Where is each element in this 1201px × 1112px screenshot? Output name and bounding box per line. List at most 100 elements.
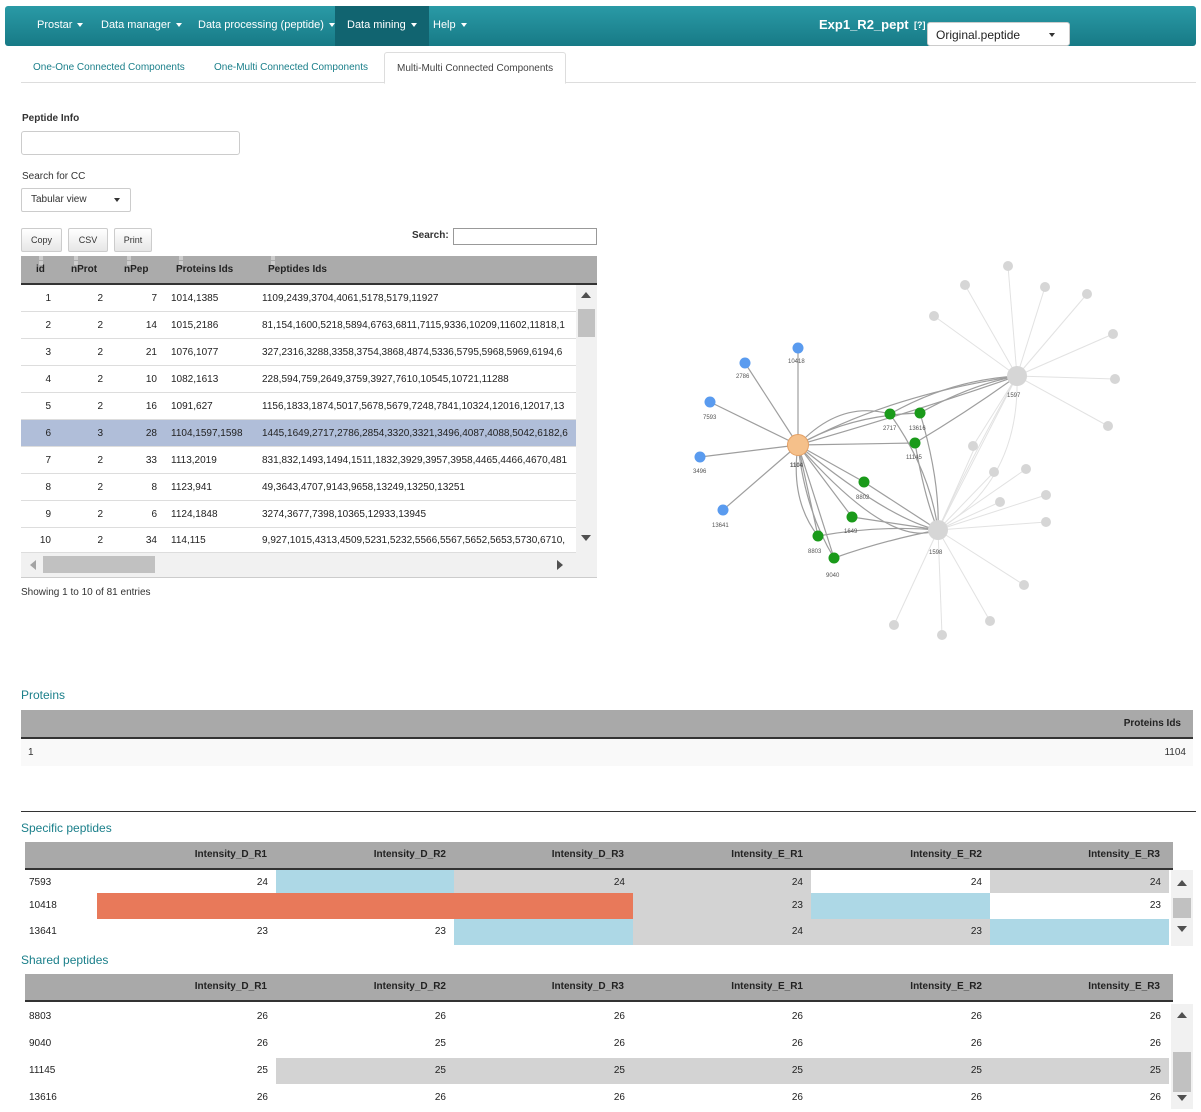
intensity-cell: 26 <box>811 1004 990 1030</box>
col-header[interactable]: Intensity_D_R1 <box>97 974 267 1000</box>
node-label: 13616 <box>909 426 926 432</box>
table-row[interactable]: 2 2 14 1015,2186 81,154,1600,5218,5894,6763,… <box>21 312 576 339</box>
peptide-node-7593[interactable] <box>704 396 716 408</box>
col-header[interactable]: Intensity_D_R3 <box>454 974 624 1000</box>
table-row[interactable]: 9040 26 25 26 26 26 26 <box>25 1031 1171 1058</box>
peptide-node-11145[interactable] <box>909 437 921 449</box>
peptide-node-8803[interactable] <box>812 530 824 542</box>
scroll-up-icon[interactable] <box>1177 880 1187 886</box>
sort-icon <box>74 256 78 265</box>
table-row[interactable]: 8803 26 26 26 26 26 26 <box>25 1004 1171 1031</box>
scroll-down-icon[interactable] <box>581 535 591 541</box>
tab-multi-multi[interactable]: Multi-Multi Connected Components <box>384 52 567 84</box>
table-row[interactable]: 10418 23 23 <box>25 893 1171 920</box>
peptide-node-1649[interactable] <box>846 511 858 523</box>
table-row[interactable]: 7 2 33 1113,2019 831,832,1493,1494,1511,1832… <box>21 447 576 474</box>
scroll-thumb[interactable] <box>1173 1052 1191 1092</box>
scroll-down-icon[interactable] <box>1177 926 1187 932</box>
peptide-info-input[interactable] <box>21 131 240 155</box>
menu-prostar[interactable]: Prostar <box>25 6 95 46</box>
table-row[interactable]: 10 2 34 114,115 9,927,1015,4313,4509,5231,52… <box>21 528 576 553</box>
table-row[interactable]: 9 2 6 1124,1848 3274,3677,7398,10365,12933,1… <box>21 501 576 528</box>
vertical-scrollbar[interactable] <box>576 285 597 553</box>
csv-button[interactable]: CSV <box>68 228 108 252</box>
peptide-node-8802[interactable] <box>858 476 870 488</box>
protein-node-1598[interactable] <box>928 520 948 540</box>
node-label: 2717 <box>883 426 897 432</box>
cell-nprot: 2 <box>97 374 103 385</box>
table-row[interactable]: 1 1104 <box>21 739 1193 766</box>
cc-network-graph[interactable]: 2786 10418 7593 3496 13641 1104 2717 136… <box>640 240 1200 660</box>
scroll-thumb[interactable] <box>1173 898 1191 918</box>
search-cc-select[interactable]: Tabular view <box>21 188 131 212</box>
intensity-cell: 24 <box>633 919 811 945</box>
col-header[interactable]: Intensity_D_R3 <box>454 842 624 868</box>
search-cc-selected: Tabular view <box>31 194 87 205</box>
peptide-node-3496[interactable] <box>694 451 706 463</box>
cell-peptides-ids: 49,3643,4707,9143,9658,13249,13250,13251 <box>262 482 465 493</box>
col-header[interactable]: Intensity_E_R1 <box>633 974 803 1000</box>
scroll-left-icon[interactable] <box>30 560 36 570</box>
table-row[interactable]: 5 2 16 1091,627 1156,1833,1874,5017,5678,567… <box>21 393 576 420</box>
col-header-proteins-ids[interactable]: Proteins Ids <box>1124 710 1181 737</box>
scroll-thumb[interactable] <box>578 309 595 337</box>
protein-node-1597[interactable] <box>1007 366 1027 386</box>
vertical-scrollbar[interactable] <box>1171 1004 1193 1109</box>
table-row[interactable]: 1 2 7 1014,1385 1109,2439,3704,4061,5178,517… <box>21 285 576 312</box>
cell-nprot: 3 <box>97 428 103 439</box>
table-row[interactable]: 13616 26 26 26 26 26 26 <box>25 1085 1171 1112</box>
col-header[interactable]: Intensity_D_R2 <box>276 974 446 1000</box>
peptide-node-13641[interactable] <box>717 504 729 516</box>
protein-node-1104[interactable] <box>787 434 809 456</box>
table-row[interactable]: 8 2 8 1123,941 49,3643,4707,9143,9658,13249,… <box>21 474 576 501</box>
scroll-down-icon[interactable] <box>1177 1095 1187 1101</box>
row-name: 10418 <box>29 900 57 911</box>
cell-nprot: 2 <box>97 535 103 546</box>
help-link[interactable]: [?] <box>914 6 926 44</box>
cell-nprot: 2 <box>97 482 103 493</box>
col-header[interactable]: Intensity_E_R3 <box>990 842 1160 868</box>
peptide-node-10418[interactable] <box>792 342 804 354</box>
copy-button[interactable]: Copy <box>21 228 62 252</box>
tab-one-one[interactable]: One-One Connected Components <box>21 52 197 83</box>
table-row[interactable]: 3 2 21 1076,1077 327,2316,3288,3358,3754,386… <box>21 339 576 366</box>
table-row[interactable]: 11145 25 25 25 25 25 25 <box>25 1058 1171 1085</box>
scroll-up-icon[interactable] <box>581 292 591 298</box>
menu-help[interactable]: Help <box>421 6 479 46</box>
vertical-scrollbar[interactable] <box>1171 870 1193 946</box>
tab-one-multi[interactable]: One-Multi Connected Components <box>202 52 380 83</box>
row-name: 8803 <box>29 1011 52 1022</box>
col-header[interactable]: Intensity_D_R2 <box>276 842 446 868</box>
peptide-node-2717[interactable] <box>884 408 896 420</box>
menu-data-manager[interactable]: Data manager <box>89 6 194 46</box>
table-row-selected[interactable]: 6 3 28 1104,1597,1598 1445,1649,2717,2786,28… <box>21 420 576 447</box>
node-label: 11145 <box>906 455 922 461</box>
version-select[interactable]: Original.peptide <box>927 22 1070 46</box>
chevron-down-icon <box>460 23 467 28</box>
divider <box>21 811 1196 812</box>
scroll-thumb[interactable] <box>43 556 155 573</box>
cell-npep: 6 <box>151 509 157 520</box>
node-label: 1649 <box>844 529 858 535</box>
peptide-node-2786[interactable] <box>739 357 751 369</box>
table-row[interactable]: 4 2 10 1082,1613 228,594,759,2649,3759,3927,… <box>21 366 576 393</box>
col-header[interactable]: Intensity_D_R1 <box>97 842 267 868</box>
cc-tabs: One-One Connected Components One-Multi C… <box>21 52 1196 84</box>
scroll-right-icon[interactable] <box>557 560 563 570</box>
scroll-up-icon[interactable] <box>1177 1012 1187 1018</box>
peptide-node-13616[interactable] <box>914 407 926 419</box>
cell-proteins-ids: 1123,941 <box>171 482 212 493</box>
row-name: 13641 <box>29 926 57 937</box>
menu-data-mining[interactable]: Data mining <box>335 6 429 46</box>
peptide-node-9040[interactable] <box>828 552 840 564</box>
menu-data-processing[interactable]: Data processing (peptide) <box>186 6 347 46</box>
search-input[interactable] <box>453 228 597 245</box>
col-header[interactable]: Intensity_E_R1 <box>633 842 803 868</box>
col-header[interactable]: Intensity_E_R3 <box>990 974 1160 1000</box>
horizontal-scrollbar[interactable] <box>21 553 597 577</box>
intensity-cell-missing <box>990 919 1169 945</box>
table-row[interactable]: 13641 23 23 24 23 <box>25 919 1171 946</box>
print-button[interactable]: Print <box>114 228 152 252</box>
col-header[interactable]: Intensity_E_R2 <box>812 974 982 1000</box>
col-header[interactable]: Intensity_E_R2 <box>812 842 982 868</box>
